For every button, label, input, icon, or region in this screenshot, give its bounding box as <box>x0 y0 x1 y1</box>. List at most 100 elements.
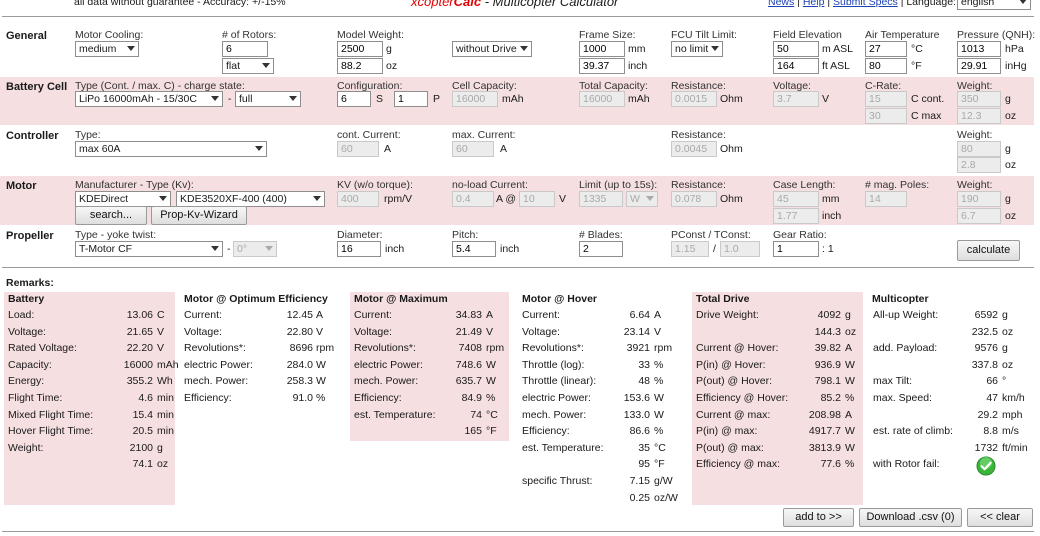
motor-resistance-input[interactable]: 0.078 <box>671 191 717 207</box>
gear-ratio-input[interactable]: 1 <box>773 241 819 257</box>
unit-ohm: Ohm <box>720 143 743 155</box>
model-weight-label: Model Weight: <box>337 29 404 41</box>
c-max-input[interactable]: 30 <box>865 108 907 124</box>
motor-maximum-row-label: electric Power: <box>354 359 423 371</box>
multicopter-row-value: 66 <box>986 375 998 387</box>
battery-row-unit: V <box>157 326 165 338</box>
no-load-current-input[interactable]: 0.4 <box>452 191 494 207</box>
temp-c-input[interactable]: 27 <box>865 41 907 57</box>
motor-maximum-row-unit: W <box>486 375 496 387</box>
motor-cooling-select[interactable]: medium <box>75 41 139 57</box>
config-s-input[interactable]: 6 <box>337 91 371 107</box>
unit-oz: oz <box>1005 159 1017 171</box>
cell-capacity-input[interactable]: 16000 <box>452 91 498 107</box>
motor-optimum-row-value: 91.0 <box>292 392 313 404</box>
multicopter-row-unit: g <box>1002 309 1008 321</box>
calculate-button[interactable]: calculate <box>957 240 1020 261</box>
prop-kv-wizard-button[interactable]: Prop-Kv-Wizard <box>151 206 247 225</box>
motor-hover-row-unit: g/W <box>654 475 673 487</box>
controller-resistance-label: Resistance: <box>671 129 726 141</box>
model-weight-oz-input[interactable]: 88.2 <box>337 58 383 74</box>
charge-state-select[interactable]: full <box>235 91 301 107</box>
controller-weight-g-input[interactable]: 80 <box>957 141 1001 157</box>
motor-manufacturer-select[interactable]: KDEDirect <box>75 191 171 207</box>
motor-search-button[interactable]: search... <box>75 206 147 225</box>
model-weight-g-input[interactable]: 2500 <box>337 41 383 57</box>
total-drive-row-label: Drive Weight: <box>696 309 759 321</box>
limit-unit-select[interactable]: W <box>626 191 658 207</box>
submit-specs-link[interactable]: Submit Specs <box>833 0 898 8</box>
battery-row-value: 20.5 <box>132 425 153 437</box>
motor-weight-g-input[interactable]: 190 <box>957 191 1001 207</box>
motor-hover-row-value: 95 <box>638 458 650 470</box>
app-title-suffix: - Multicopter Calculator <box>481 0 619 9</box>
battery-row-unit: g <box>157 442 163 454</box>
motor-type-select[interactable]: KDE3520XF-400 (400) <box>176 191 325 207</box>
case-length-mm-input[interactable]: 45 <box>773 191 819 207</box>
max-current-input[interactable]: 60 <box>452 141 494 157</box>
mag-poles-input[interactable]: 14 <box>865 191 907 207</box>
motor-maximum-row-value: 635.7 <box>455 375 482 387</box>
prop-type-select[interactable]: T-Motor CF <box>75 241 223 257</box>
total-drive-row-value: 39.82 <box>814 342 841 354</box>
total-drive-title: Total Drive <box>696 293 750 305</box>
language-select[interactable]: english <box>957 0 1031 10</box>
motor-hover-row-label: specific Thrust: <box>522 475 593 487</box>
elevation-m-input[interactable]: 50 <box>773 41 819 57</box>
elevation-ft-input[interactable]: 164 <box>773 58 819 74</box>
pressure-hpa-input[interactable]: 1013 <box>957 41 1001 57</box>
controller-resistance-input[interactable]: 0.0045 <box>671 141 717 157</box>
config-p-input[interactable]: 1 <box>394 91 428 107</box>
pitch-input[interactable]: 5.4 <box>452 241 496 257</box>
tconst-input[interactable]: 1.0 <box>720 241 760 257</box>
help-link[interactable]: Help <box>803 0 825 8</box>
limit-input[interactable]: 1335 <box>579 191 623 207</box>
yoke-twist-select[interactable]: 0° <box>233 241 277 257</box>
unit-s: S <box>376 93 384 105</box>
motor-hover-row-label: Throttle (log): <box>522 359 585 371</box>
total-drive-row-label: Efficiency @ Hover: <box>696 392 789 404</box>
pconst-input[interactable]: 1.15 <box>671 241 709 257</box>
temp-f-input[interactable]: 80 <box>865 58 907 74</box>
prop-type-label: Type - yoke twist: <box>75 229 157 241</box>
frame-size-mm-input[interactable]: 1000 <box>579 41 625 57</box>
motor-optimum-row-value: 22.80 <box>286 326 313 338</box>
language-label: Language: <box>906 0 956 8</box>
unit-mah: mAh <box>502 93 524 105</box>
clear-button[interactable]: << clear <box>967 508 1033 527</box>
diameter-input[interactable]: 16 <box>337 241 381 257</box>
download-csv-button[interactable]: Download .csv (0) <box>859 508 962 527</box>
battery-resistance-input[interactable]: 0.0015 <box>671 91 717 107</box>
total-drive-row-unit: W <box>845 375 855 387</box>
motor-hover-row-unit: % <box>654 375 664 387</box>
battery-row-unit: min <box>157 425 174 437</box>
battery-weight-g-input[interactable]: 350 <box>957 91 1001 107</box>
cont-current-input[interactable]: 60 <box>337 141 379 157</box>
drive-mode-select[interactable]: without Drive <box>452 41 532 57</box>
battery-voltage-input[interactable]: 3.7 <box>773 91 819 107</box>
pconst-tconst-label: PConst / TConst: <box>671 229 751 241</box>
rotors-input[interactable]: 6 <box>222 41 268 57</box>
multicopter-row-unit: g <box>1002 342 1008 354</box>
add-to-button[interactable]: add to >> <box>783 508 854 527</box>
tilt-limit-select[interactable]: no limit <box>671 41 723 57</box>
blades-input[interactable]: 2 <box>579 241 623 257</box>
no-load-voltage-input[interactable]: 10 <box>519 191 555 207</box>
app-title-bold: Calc <box>453 0 482 9</box>
total-drive-row-value: 77.6 <box>820 458 841 470</box>
battery-row-value: 16000 <box>123 359 153 371</box>
motor-hover-row-value: 3921 <box>626 342 650 354</box>
controller-type-select[interactable]: max 60A <box>75 141 267 157</box>
c-cont-input[interactable]: 15 <box>865 91 907 107</box>
frame-type-select[interactable]: flat <box>222 58 274 74</box>
motor-maximum-row-unit: % <box>486 392 496 404</box>
total-drive-row-value: 4092 <box>817 309 841 321</box>
frame-size-inch-input[interactable]: 39.37 <box>579 58 625 74</box>
kv-input[interactable]: 400 <box>337 191 379 207</box>
battery-type-select[interactable]: LiPo 16000mAh - 15/30C <box>75 91 223 107</box>
motor-manufacturer-label: Manufacturer - Type (Kv): <box>75 179 194 191</box>
divider <box>2 267 1034 268</box>
news-link[interactable]: News <box>768 0 794 8</box>
total-drive-row-label: Efficiency @ max: <box>696 458 780 470</box>
pressure-inhg-input[interactable]: 29.91 <box>957 58 1001 74</box>
